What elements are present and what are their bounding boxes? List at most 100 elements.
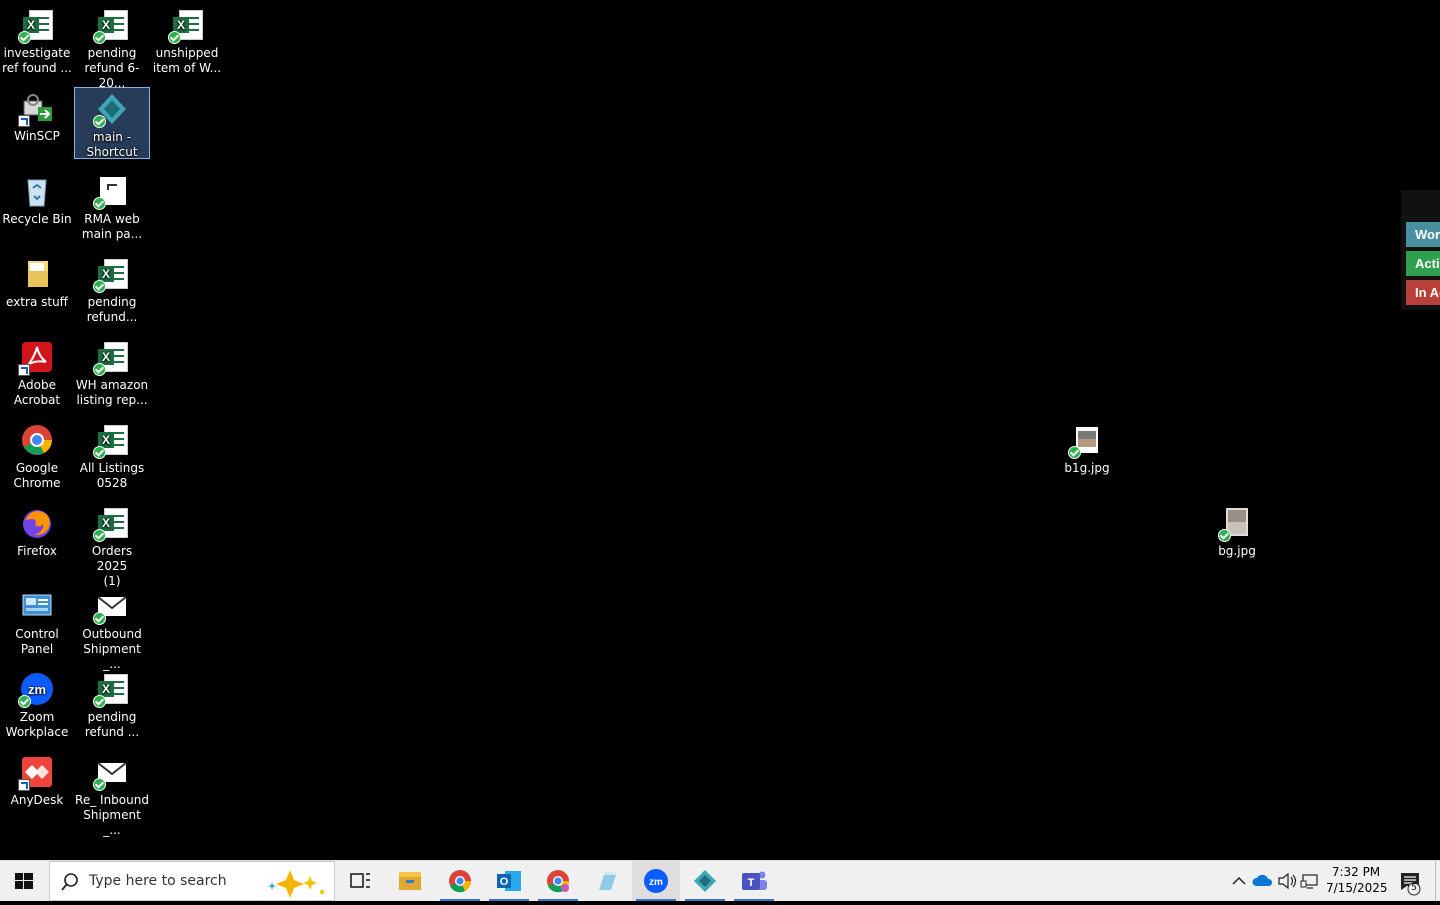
desktop-icon-label: WinSCP	[14, 129, 60, 143]
outlook-icon: O	[497, 871, 521, 891]
desktop-icon-label: pending refund...	[86, 295, 138, 324]
taskbar-main-app[interactable]	[681, 861, 729, 901]
desktop-icon-label: All Listings 0528	[79, 461, 145, 490]
desktop-icon-all-listings[interactable]: X All Listings 0528	[75, 419, 149, 490]
desktop-icon-unshipped-item[interactable]: X unshipped item of W...	[150, 4, 224, 75]
svg-text:O: O	[500, 876, 509, 888]
folder-icon	[399, 872, 421, 890]
desktop-icon-label: Zoom Workplace	[5, 710, 69, 739]
chrome-icon	[547, 870, 570, 893]
acrobat-icon	[18, 340, 54, 376]
desktop-icon-investigate-ref[interactable]: X investigate ref found ...	[0, 4, 74, 75]
show-desktop-button[interactable]	[1435, 861, 1440, 901]
desktop-icon-label: investigate ref found ...	[2, 46, 72, 75]
taskbar-teams[interactable]: T	[730, 861, 778, 901]
desktop-icon-label: Control Panel	[15, 627, 59, 656]
chrome-icon	[449, 870, 472, 893]
speaker-icon	[1278, 872, 1297, 890]
desktop-icon-re-inbound-shipment[interactable]: Re_ Inbound Shipment _...	[75, 751, 149, 837]
desktop-icon-label: Re_ Inbound Shipment _...	[75, 793, 149, 837]
status-button-inactive[interactable]: In Ac	[1406, 280, 1440, 305]
desktop-icon-label: b1g.jpg	[1064, 461, 1110, 475]
network-tray[interactable]	[1300, 861, 1322, 901]
document-icon	[93, 174, 129, 210]
desktop-icon-outbound-shipment[interactable]: Outbound Shipment _...	[75, 585, 149, 671]
excel-icon: X	[93, 340, 129, 376]
desktop-icon-google-chrome[interactable]: Google Chrome	[0, 419, 74, 490]
desktop-icon-label: main - Shortcut	[86, 130, 138, 159]
start-button[interactable]	[0, 861, 48, 901]
taskbar-app-blue[interactable]	[583, 861, 631, 901]
taskbar-outlook[interactable]: O	[485, 861, 533, 901]
excel-icon: X	[168, 8, 204, 44]
desktop-icon-adobe-acrobat[interactable]: Adobe Acrobat	[0, 336, 74, 407]
diamond-app-icon	[694, 870, 716, 892]
image-file-icon	[1218, 506, 1254, 542]
desktop: X investigate ref found ... X pending re…	[0, 0, 1440, 860]
desktop-icon-recycle-bin[interactable]: Recycle Bin	[0, 170, 74, 240]
clock-date: 7/15/2025	[1326, 881, 1388, 895]
desktop-icon-label: pending refund 6-20...	[84, 46, 140, 90]
recycle-bin-icon	[20, 174, 54, 208]
desktop-icon-extra-stuff[interactable]: extra stuff	[0, 253, 74, 323]
notification-icon	[1401, 873, 1421, 896]
taskbar-chrome[interactable]	[436, 861, 484, 901]
taskbar-zoom[interactable]: zm	[632, 861, 680, 901]
excel-icon: X	[93, 423, 129, 459]
taskbar-clock[interactable]: 7:32 PM 7/15/2025	[1326, 861, 1388, 901]
excel-icon: X	[18, 8, 54, 44]
desktop-icon-winscp[interactable]: WinSCP	[0, 87, 74, 157]
copilot-sparkle-icon	[268, 870, 324, 898]
status-button-working[interactable]: Wor	[1406, 222, 1440, 247]
app-tile-icon	[599, 872, 617, 890]
onedrive-tray[interactable]	[1251, 861, 1275, 901]
desktop-icon-label: Orders 2025 (1)	[91, 544, 133, 588]
svg-text:zm: zm	[28, 682, 46, 697]
desktop-icon-pending-refund-6-20[interactable]: X pending refund 6-20...	[75, 4, 149, 90]
folder-icon	[20, 257, 54, 291]
zoom-icon: zm	[644, 869, 668, 893]
taskbar-chrome-profile[interactable]	[534, 861, 582, 901]
desktop-icon-label: unshipped item of W...	[152, 46, 222, 75]
svg-text:T: T	[748, 877, 755, 889]
desktop-icon-label: AnyDesk	[10, 793, 64, 807]
desktop-icon-b1g-jpg[interactable]: b1g.jpg	[1050, 419, 1124, 489]
desktop-icon-wh-amazon[interactable]: X WH amazon listing rep...	[75, 336, 149, 407]
desktop-icon-label: Firefox	[17, 544, 57, 558]
desktop-icon-main-shortcut[interactable]: main - Shortcut	[74, 87, 150, 159]
desktop-icon-label: Outbound Shipment _...	[82, 627, 142, 671]
desktop-icon-zoom-workplace[interactable]: zm Zoom Workplace	[0, 668, 74, 739]
search-placeholder: Type here to search	[89, 873, 227, 889]
status-button-active[interactable]: Acti	[1406, 251, 1440, 276]
taskbar-file-explorer[interactable]	[386, 861, 434, 901]
diamond-app-icon	[93, 92, 129, 128]
notification-center-button[interactable]: 5	[1393, 861, 1433, 901]
zoom-icon: zm	[18, 672, 54, 708]
taskbar-search-box[interactable]: Type here to search	[49, 861, 335, 901]
desktop-icon-control-panel[interactable]: Control Panel	[0, 585, 74, 656]
desktop-icon-label: pending refund ...	[84, 710, 140, 739]
desktop-icon-rma-web[interactable]: RMA web main pa...	[75, 170, 149, 241]
desktop-icon-label: Adobe Acrobat	[13, 378, 61, 407]
desktop-icon-pending-refund-2[interactable]: X pending refund ...	[75, 668, 149, 739]
chrome-icon	[20, 423, 54, 457]
desktop-icon-pending-refund[interactable]: X pending refund...	[75, 253, 149, 324]
desktop-icon-bg-jpg[interactable]: bg.jpg	[1200, 502, 1274, 572]
desktop-icon-label: Recycle Bin	[2, 212, 72, 226]
show-hidden-icons-button[interactable]	[1228, 861, 1250, 901]
control-panel-icon	[20, 589, 54, 623]
taskbar: Type here to search O zm T 7:32 PM 7/15/…	[0, 860, 1440, 901]
desktop-icon-orders-2025[interactable]: X Orders 2025 (1)	[75, 502, 149, 588]
desktop-icon-firefox[interactable]: Firefox	[0, 502, 74, 572]
teams-icon: T	[742, 871, 767, 890]
excel-icon: X	[93, 672, 129, 708]
volume-tray[interactable]	[1276, 861, 1298, 901]
mail-icon	[93, 755, 129, 791]
side-status-widget: Wor Acti In Ac	[1401, 190, 1440, 310]
task-view-button[interactable]	[336, 861, 384, 901]
image-file-icon	[1068, 423, 1104, 459]
search-icon	[61, 873, 78, 891]
desktop-icon-anydesk[interactable]: AnyDesk	[0, 751, 74, 821]
firefox-icon	[20, 506, 54, 540]
anydesk-icon	[18, 755, 54, 791]
